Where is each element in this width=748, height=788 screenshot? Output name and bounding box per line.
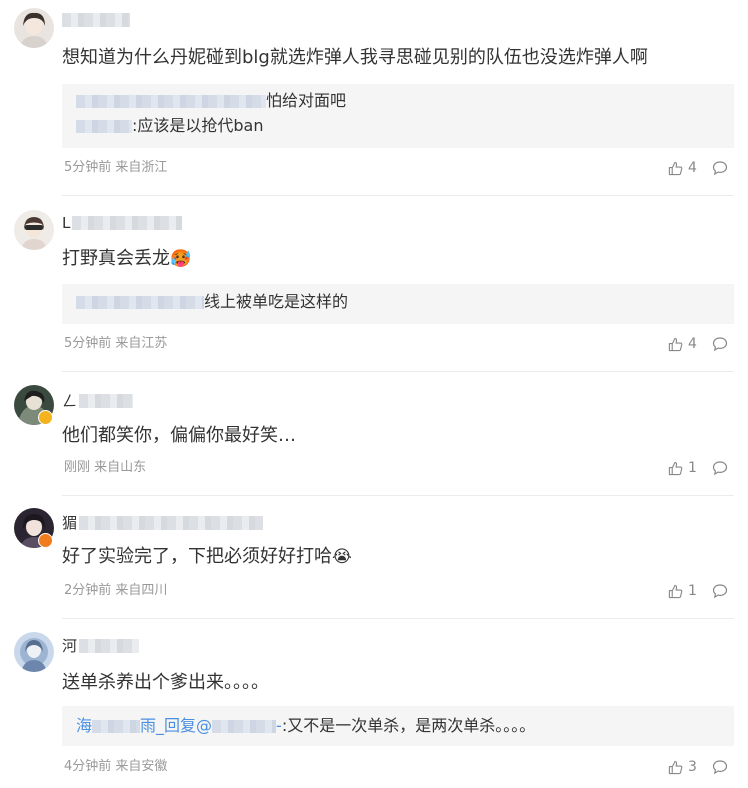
comment-text: 送单杀养出个爹出来。。。。 [62, 672, 269, 693]
location: 来自四川 [115, 583, 168, 598]
username-prefix: L [62, 214, 71, 232]
redacted-username [72, 216, 183, 230]
comment-text-body: 好了实验完了，下把必须好好打哈 [62, 546, 332, 567]
comment-meta: 2分钟前 来自四川 [64, 583, 167, 599]
comment-text: 打野真会丢龙🥵 [62, 247, 191, 271]
divider [62, 618, 734, 619]
username-prefix: 猸 [62, 514, 78, 532]
like-count: 1 [688, 583, 697, 599]
username[interactable] [62, 10, 130, 30]
username[interactable]: 河 [62, 636, 140, 656]
reply-line[interactable]: 海 雨_回复@ - :又不是一次单杀，是两次单杀。。。。 [76, 715, 535, 737]
redacted-username [212, 719, 277, 733]
reply-text: 怕给对面吧 [266, 91, 347, 110]
username[interactable]: 猸 [62, 513, 264, 533]
comment-meta: 4分钟前 来自安徽 [64, 759, 167, 775]
comment-meta: 5分钟前 来自江苏 [64, 336, 167, 352]
avatar[interactable] [14, 632, 54, 672]
reply-author-prefix[interactable]: 海 [76, 715, 92, 737]
comment-bubble-icon[interactable] [712, 759, 728, 775]
timestamp: 4分钟前 [64, 759, 112, 774]
like-count: 4 [688, 160, 697, 176]
divider [62, 495, 734, 496]
username[interactable]: ㄥ [62, 391, 134, 411]
redacted-username [62, 13, 130, 27]
username-prefix: ㄥ [62, 392, 78, 410]
like-count: 3 [688, 759, 697, 775]
like-button[interactable]: 3 [668, 759, 697, 775]
username[interactable]: L [62, 213, 183, 233]
username-prefix: 河 [62, 637, 78, 655]
reply-preview[interactable]: 怕给对面吧 :应该是以抢代ban [62, 84, 734, 148]
timestamp: 2分钟前 [64, 583, 112, 598]
thumbs-up-icon [668, 161, 683, 175]
reply-preview[interactable]: 海 雨_回复@ - :又不是一次单杀，是两次单杀。。。。 [62, 706, 734, 746]
reply-line[interactable]: :应该是以抢代ban [76, 115, 264, 137]
divider [62, 371, 734, 372]
verified-badge-icon [38, 533, 53, 548]
timestamp: 5分钟前 [64, 160, 112, 175]
comment-text: 他们都笑你，偏偏你最好笑… [62, 425, 296, 446]
location: 来自山东 [94, 460, 147, 475]
reply-text: 线上被单吃是这样的 [204, 292, 349, 311]
redacted-username [92, 719, 141, 733]
hot-face-emoji: 🥵 [170, 249, 192, 269]
reply-text: :应该是以抢代ban [132, 116, 264, 135]
comment-bubble-icon[interactable] [712, 160, 728, 176]
comment-bubble-icon[interactable] [712, 336, 728, 352]
reply-link-text[interactable]: 雨_回复@ [140, 715, 212, 737]
comment-bubble-icon[interactable] [712, 460, 728, 476]
comment-meta: 刚刚 来自山东 [64, 460, 146, 476]
crying-face-emoji: 😭 [332, 547, 352, 567]
comment-bubble-icon[interactable] [712, 583, 728, 599]
like-count: 4 [688, 336, 697, 352]
thumbs-up-icon [668, 584, 683, 598]
thumbs-up-icon [668, 461, 683, 475]
reply-line[interactable]: 线上被单吃是这样的 [76, 291, 348, 313]
timestamp: 刚刚 [64, 460, 91, 475]
like-button[interactable]: 4 [668, 336, 697, 352]
avatar[interactable] [14, 8, 54, 48]
like-button[interactable]: 1 [668, 460, 697, 476]
like-button[interactable]: 4 [668, 160, 697, 176]
redacted-username [76, 119, 132, 133]
like-count: 1 [688, 460, 697, 476]
like-button[interactable]: 1 [668, 583, 697, 599]
redacted-username [79, 516, 264, 530]
divider [62, 195, 734, 196]
redacted-username [76, 94, 266, 108]
avatar[interactable] [14, 210, 54, 250]
location: 来自浙江 [115, 160, 168, 175]
redacted-username [76, 295, 204, 309]
reply-text: :又不是一次单杀，是两次单杀。。。。 [281, 716, 536, 735]
comment-text: 想知道为什么丹妮碰到blg就选炸弹人我寻思碰见别的队伍也没选炸弹人啊 [62, 47, 648, 68]
comment-text: 好了实验完了，下把必须好好打哈😭 [62, 545, 352, 569]
location: 来自安徽 [115, 759, 168, 774]
reply-line[interactable]: 怕给对面吧 [76, 90, 346, 112]
redacted-username [79, 639, 140, 653]
thumbs-up-icon [668, 337, 683, 351]
timestamp: 5分钟前 [64, 336, 112, 351]
location: 来自江苏 [115, 336, 168, 351]
comment-text-body: 打野真会丢龙 [62, 248, 170, 269]
thumbs-up-icon [668, 760, 683, 774]
verified-badge-icon [38, 410, 53, 425]
comment-meta: 5分钟前 来自浙江 [64, 160, 167, 176]
redacted-username [79, 394, 134, 408]
reply-preview[interactable]: 线上被单吃是这样的 [62, 284, 734, 324]
